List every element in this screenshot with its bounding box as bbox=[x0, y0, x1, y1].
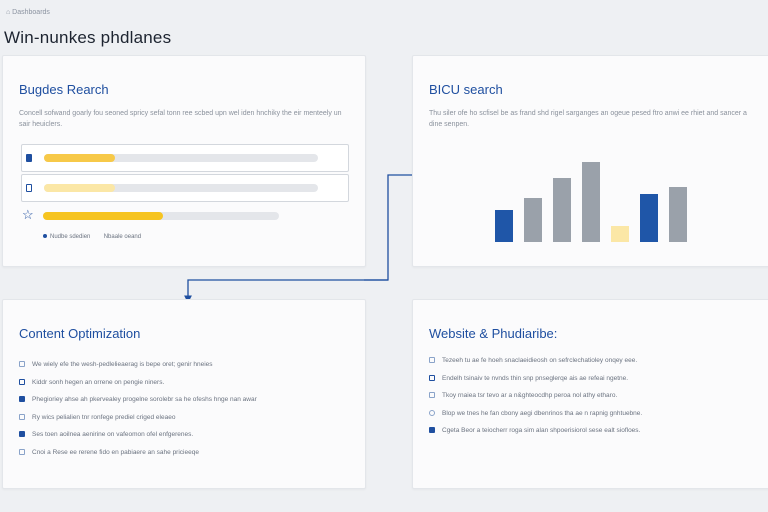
website-card: Website & Phudiaribe: Tezeeh tu ae fe ho… bbox=[412, 299, 768, 489]
list-item[interactable]: Kiddr sonh hegen an orrene on pengie nin… bbox=[19, 374, 349, 392]
list-item[interactable]: Ses toen aoilnea aenirine on vafeomon of… bbox=[19, 426, 349, 444]
edit-icon bbox=[429, 374, 435, 381]
content-optimization-card: Content Optimization We wiely efe the we… bbox=[2, 299, 366, 489]
budget-bar-row-1[interactable] bbox=[21, 144, 349, 172]
page-title: Win-nunkes phdlanes bbox=[4, 28, 172, 47]
link-icon bbox=[429, 392, 435, 399]
chart-bar bbox=[553, 178, 571, 242]
progress-fill bbox=[43, 212, 164, 220]
progress-track bbox=[43, 212, 279, 220]
doc-icon bbox=[19, 361, 25, 368]
progress-fill bbox=[44, 184, 116, 192]
list-item[interactable]: Endelh tsinaiv te nvnds thin snp pnsegle… bbox=[429, 370, 759, 388]
budget-card-title: Bugdes Rearch bbox=[19, 82, 109, 97]
square-icon bbox=[429, 427, 435, 434]
chart-bar bbox=[582, 162, 600, 242]
legend-item: Nudbe sdedien bbox=[50, 234, 91, 240]
legend-item: Nbaale oeand bbox=[103, 234, 142, 240]
website-card-title: Website & Phudiaribe: bbox=[429, 326, 558, 341]
website-list: Tezeeh tu ae fe hoeh snaclaeidieosh on s… bbox=[429, 352, 759, 440]
progress-fill bbox=[44, 154, 116, 162]
chart-bar bbox=[524, 198, 542, 242]
list-item[interactable]: Tkoy rnaiea tsr tevo ar a n&ghteocdhp pe… bbox=[429, 387, 759, 405]
square-icon bbox=[19, 396, 25, 403]
list-item[interactable]: Blop we tnes he fan cbony aegi dbenrinos… bbox=[429, 405, 759, 423]
list-item[interactable]: Ry wics pelialien tnr ronfege prediel cr… bbox=[19, 409, 349, 427]
chart-bar bbox=[495, 210, 513, 242]
chart-bar bbox=[640, 194, 658, 242]
chart-bar bbox=[611, 226, 629, 242]
budget-card-description: Concell sofwand goarly fou seoned spricy… bbox=[19, 110, 342, 128]
doc-icon bbox=[19, 448, 25, 455]
breadcrumb[interactable]: ⌂ Dashboards bbox=[6, 9, 50, 16]
square-icon bbox=[19, 431, 25, 438]
bicu-search-card: BICU search Thu siler ofe ho scfisel be … bbox=[412, 55, 768, 267]
content-list: We wiely efe the wesh-pedlelieaerag is b… bbox=[19, 356, 349, 461]
checkbox-icon bbox=[429, 357, 435, 364]
progress-track bbox=[44, 154, 318, 162]
budget-legend: Nudbe sdedien Nbaale oeand bbox=[43, 234, 141, 240]
list-item[interactable]: Tezeeh tu ae fe hoeh snaclaeidieosh on s… bbox=[429, 352, 759, 370]
budget-bar-row-2[interactable] bbox=[21, 174, 349, 202]
budget-bar-row-3[interactable]: ☆ bbox=[21, 203, 347, 229]
globe-icon bbox=[429, 409, 435, 416]
list-item[interactable]: Cgeta Beor a teiocherr roga sim alan shp… bbox=[429, 422, 759, 440]
list-item[interactable]: Phegioriey ahse ah pkervealey progelne s… bbox=[19, 391, 349, 409]
chart-bar bbox=[669, 187, 687, 242]
bicu-bar-chart bbox=[495, 162, 687, 242]
square-icon bbox=[26, 154, 32, 162]
progress-track bbox=[44, 184, 318, 192]
square-outline-icon bbox=[26, 184, 32, 192]
list-item[interactable]: We wiely efe the wesh-pedlelieaerag is b… bbox=[19, 356, 349, 374]
legend-dot-icon bbox=[43, 234, 47, 239]
list-item[interactable]: Cnoi a Rese ee rerene fido en pabiaere a… bbox=[19, 444, 349, 462]
content-card-title: Content Optimization bbox=[19, 326, 141, 341]
tag-icon bbox=[19, 413, 25, 420]
edit-icon bbox=[19, 378, 25, 385]
star-icon: ☆ bbox=[22, 207, 34, 222]
budget-research-card: Bugdes Rearch Concell sofwand goarly fou… bbox=[2, 55, 366, 267]
